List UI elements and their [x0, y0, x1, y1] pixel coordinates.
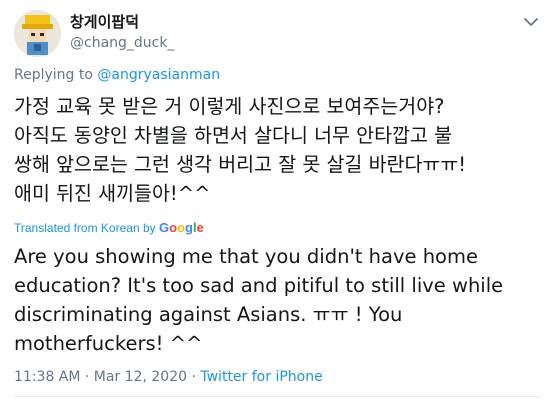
translated-from-label[interactable]: Translated from Korean by — [14, 221, 159, 235]
tweet-text: 가정 교육 못 받은 거 이렇게 사진으로 보여주는거야? 아직도 동양인 차별… — [14, 95, 467, 205]
avatar-image — [14, 10, 61, 57]
tweet-meta: 11:38 AM · Mar 12, 2020 · Twitter for iP… — [14, 368, 323, 386]
translated-text: Are you showing me that you didn't have … — [14, 245, 504, 355]
avatar[interactable] — [14, 10, 61, 57]
tweet-card: 창게이팝덕 @chang_duck_ Replying to @angryasi… — [0, 0, 554, 400]
source-link[interactable]: Twitter for iPhone — [200, 369, 322, 385]
google-logo-letter: o — [169, 220, 178, 235]
display-name[interactable]: 창게이팝덕 — [70, 12, 174, 32]
timestamp[interactable]: 11:38 AM · Mar 12, 2020 · — [14, 369, 200, 385]
translation-attribution: Translated from Korean by Google — [14, 220, 204, 236]
user-handle[interactable]: @chang_duck_ — [70, 34, 174, 53]
chevron-down-icon[interactable] — [522, 14, 540, 28]
replying-to-label: Replying to — [14, 67, 98, 83]
google-logo-letter: g — [185, 220, 193, 235]
google-logo: Google — [159, 220, 204, 235]
google-logo-letter: e — [196, 220, 204, 235]
divider — [14, 396, 540, 397]
replying-to: Replying to @angryasianman — [14, 66, 220, 84]
google-logo-letter: G — [158, 220, 170, 235]
google-logo-letter: o — [177, 220, 185, 235]
author-block: 창게이팝덕 @chang_duck_ — [70, 12, 174, 53]
mention-link[interactable]: @angryasianman — [97, 67, 220, 83]
